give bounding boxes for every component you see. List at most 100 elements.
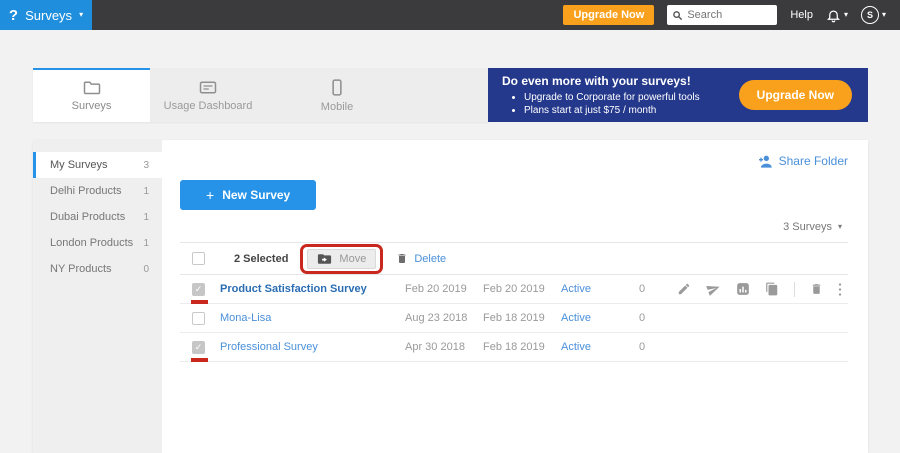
mobile-icon — [331, 79, 343, 96]
promo-bullets: Upgrade to Corporate for powerful toolsP… — [524, 91, 739, 117]
sidebar-item-ny-products[interactable]: NY Products0 — [33, 256, 162, 282]
folder-label: Delhi Products — [50, 185, 122, 197]
avatar: S — [861, 6, 879, 24]
created-date: Feb 20 2019 — [405, 283, 483, 295]
folder-count: 1 — [143, 212, 149, 223]
send-icon[interactable] — [706, 282, 721, 296]
reports-icon[interactable] — [736, 282, 750, 296]
row-actions — [677, 282, 848, 297]
select-all-checkbox[interactable] — [192, 252, 205, 265]
survey-title-link[interactable]: Product Satisfaction Survey — [220, 283, 405, 295]
search-icon — [672, 10, 683, 21]
promo-title: Do even more with your surveys! — [502, 74, 739, 88]
chevron-down-icon: ▾ — [882, 11, 886, 19]
upgrade-now-banner-button[interactable]: Upgrade Now — [739, 80, 852, 110]
responses-count: 0 — [639, 312, 677, 324]
folder-label: London Products — [50, 237, 133, 249]
move-folder-icon — [317, 253, 332, 265]
tab-usage-dashboard[interactable]: Usage Dashboard — [150, 68, 266, 122]
tab-label: Surveys — [72, 100, 112, 112]
created-date: Aug 23 2018 — [405, 312, 483, 324]
tab-mobile[interactable]: Mobile — [266, 68, 408, 122]
app-switcher[interactable]: ? Surveys ▾ — [0, 0, 92, 30]
app-menu-label: Surveys — [25, 8, 72, 23]
sidebar-item-my-surveys[interactable]: My Surveys 3 — [33, 152, 162, 178]
selection-toolbar: 2 Selected Move — [180, 243, 848, 275]
notifications-button[interactable]: ▾ — [826, 8, 848, 23]
move-label: Move — [339, 253, 366, 265]
responses-count: 0 — [639, 341, 677, 353]
annotation-highlight-box: Move — [300, 244, 383, 274]
help-link[interactable]: Help — [790, 9, 813, 21]
created-date: Apr 30 2018 — [405, 341, 483, 353]
upgrade-now-button[interactable]: Upgrade Now — [563, 5, 654, 25]
row-checkbox-cell: ✓ — [192, 283, 220, 296]
tab-label: Usage Dashboard — [164, 100, 253, 112]
delete-icon[interactable] — [810, 282, 823, 296]
dashboard-icon — [199, 80, 217, 95]
tabs: Surveys Usage Dashboard Mobile — [33, 68, 488, 122]
more-icon[interactable] — [838, 282, 842, 297]
share-folder-link[interactable]: Share Folder — [757, 154, 848, 168]
chevron-down-icon: ▾ — [79, 11, 83, 19]
modified-date: Feb 20 2019 — [483, 283, 561, 295]
row-checkbox-cell — [192, 312, 220, 325]
responses-count: 0 — [639, 283, 677, 295]
search-input[interactable] — [687, 9, 772, 21]
account-menu[interactable]: S ▾ — [861, 6, 886, 24]
folder-icon — [83, 80, 101, 95]
promo-bullet: Upgrade to Corporate for powerful tools — [524, 91, 739, 104]
row-checkbox[interactable]: ✓ — [192, 283, 205, 296]
chevron-down-icon: ▾ — [838, 223, 842, 231]
modified-date: Feb 18 2019 — [483, 341, 561, 353]
status-badge: Active — [561, 312, 639, 324]
trash-icon — [396, 252, 408, 265]
surveys-count-label: 3 Surveys — [783, 221, 832, 233]
new-survey-label: New Survey — [222, 188, 290, 202]
sidebar-item-delhi-products[interactable]: Delhi Products 1 — [33, 178, 162, 204]
main-card: My Surveys3Delhi Products1Dubai Products… — [33, 140, 868, 453]
folder-label: Dubai Products — [50, 211, 125, 223]
survey-title-link[interactable]: Professional Survey — [220, 341, 405, 353]
delete-button[interactable]: Delete — [396, 252, 446, 265]
sidebar-item-london-products[interactable]: London Products1 — [33, 230, 162, 256]
surveys-table: 2 Selected Move — [180, 242, 848, 362]
actions-divider — [794, 282, 795, 297]
folder-count: 1 — [143, 186, 149, 197]
bell-icon — [826, 8, 841, 23]
edit-icon[interactable] — [677, 282, 691, 296]
folder-label: My Surveys — [50, 159, 107, 171]
row-checkbox[interactable]: ✓ — [192, 341, 205, 354]
person-add-icon — [757, 154, 773, 168]
surveys-count-dropdown[interactable]: 3 Surveys ▾ — [180, 221, 842, 233]
row-checkbox-cell: ✓ — [192, 341, 220, 354]
status-badge: Active — [561, 341, 639, 353]
table-row: ✓Product Satisfaction SurveyFeb 20 2019F… — [180, 275, 848, 304]
selected-count-label: 2 Selected — [234, 253, 288, 265]
topbar-actions: Upgrade Now Help ▾ S ▾ — [563, 5, 900, 25]
share-folder-label: Share Folder — [779, 154, 848, 168]
proprofs-logo-icon: ? — [9, 8, 18, 23]
folder-label: NY Products — [50, 263, 112, 275]
status-badge: Active — [561, 283, 639, 295]
promo-bullet: Plans start at just $75 / month — [524, 104, 739, 117]
annotation-underline — [191, 300, 208, 304]
table-row: ✓ Professional SurveyApr 30 2018Feb 18 20… — [180, 333, 848, 362]
chevron-down-icon: ▾ — [844, 11, 848, 19]
top-bar: ? Surveys ▾ Upgrade Now Help ▾ S ▾ — [0, 0, 900, 30]
search-box[interactable] — [667, 5, 777, 25]
annotation-underline — [191, 358, 208, 362]
survey-title-link[interactable]: Mona-Lisa — [220, 312, 405, 324]
tab-strip: Surveys Usage Dashboard Mobile Do even mor… — [33, 68, 868, 122]
tab-surveys[interactable]: Surveys — [33, 68, 150, 122]
folder-count: 3 — [143, 160, 149, 171]
tab-label: Mobile — [321, 101, 353, 113]
promo-text: Do even more with your surveys! Upgrade … — [502, 74, 739, 117]
row-checkbox[interactable] — [192, 312, 205, 325]
delete-label: Delete — [414, 253, 446, 265]
sidebar-item-dubai-products[interactable]: Dubai Products 1 — [33, 204, 162, 230]
modified-date: Feb 18 2019 — [483, 312, 561, 324]
move-button[interactable]: Move — [307, 249, 376, 269]
duplicate-icon[interactable] — [765, 282, 779, 296]
new-survey-button[interactable]: + New Survey — [180, 180, 316, 210]
